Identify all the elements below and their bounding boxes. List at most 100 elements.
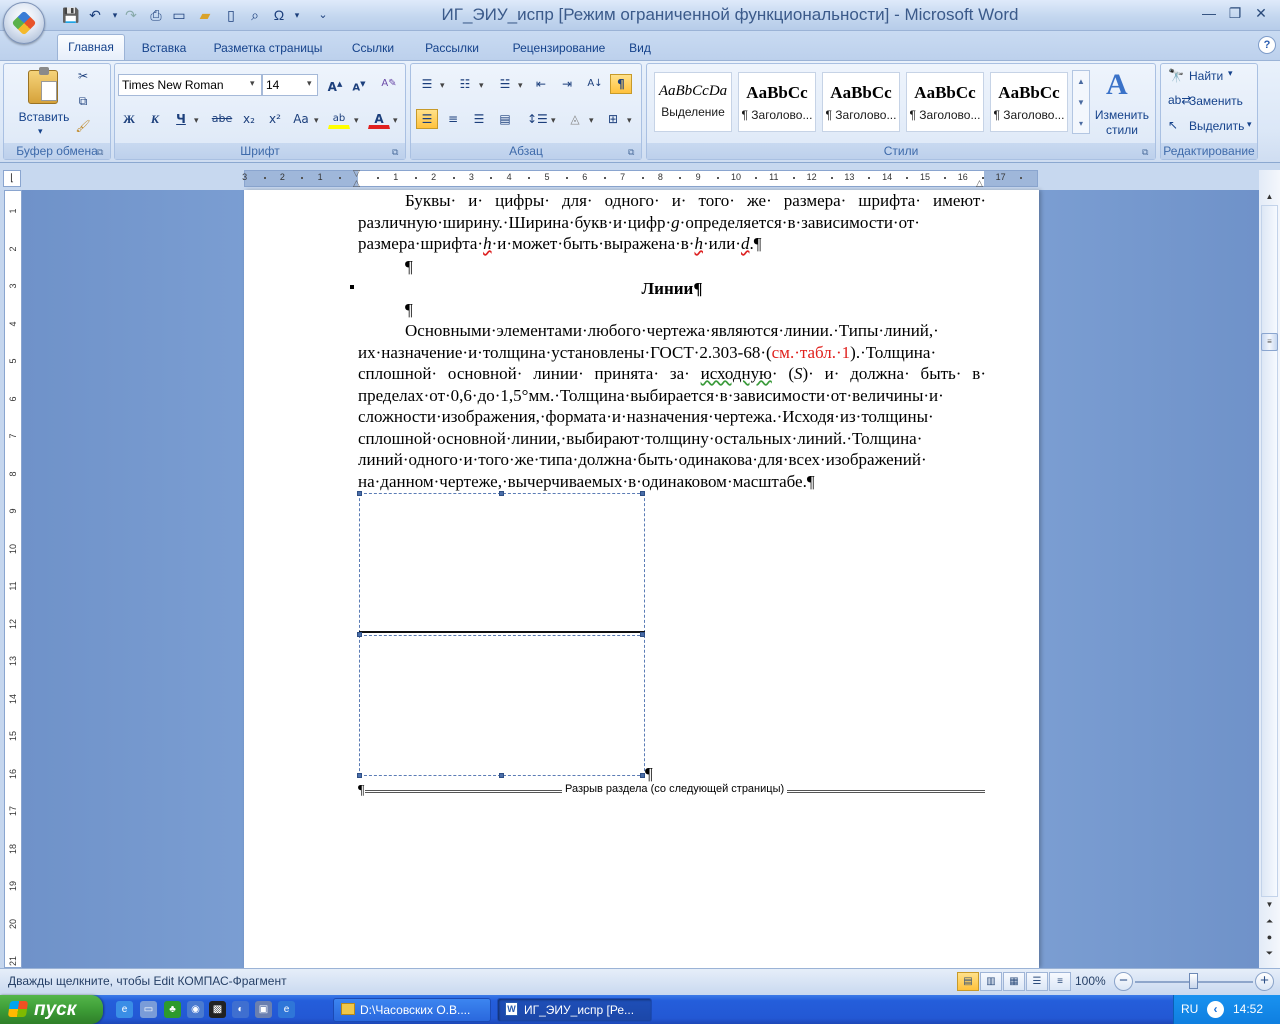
change-case-dropdown-icon[interactable]: ▾ <box>314 115 319 126</box>
clipboard-launcher-icon[interactable]: ⧉ <box>97 147 107 157</box>
scroll-down-icon[interactable]: ▼ <box>1261 898 1278 912</box>
highlight-icon[interactable]: ab <box>328 109 350 129</box>
numbering-icon[interactable]: ☷ <box>454 74 476 94</box>
tab-page-layout[interactable]: Разметка страницы <box>205 38 331 60</box>
select-dropdown-icon[interactable]: ▾ <box>1247 119 1252 130</box>
task-folder[interactable]: D:\Часовских О.В.... <box>333 998 491 1022</box>
print-icon[interactable]: ⎙ <box>147 6 165 24</box>
font-name-field[interactable]: Times New Roman <box>118 74 262 96</box>
format-painter-icon[interactable]: 🖌 <box>72 116 94 136</box>
right-indent-marker[interactable]: △ <box>976 178 983 189</box>
bullets-icon[interactable]: ☰ <box>416 74 438 94</box>
justify-icon[interactable]: ▤ <box>494 109 516 129</box>
align-center-icon[interactable]: ≡ <box>442 109 464 129</box>
help-icon[interactable]: ? <box>1258 36 1276 54</box>
styles-launcher-icon[interactable]: ⧉ <box>1142 147 1152 157</box>
paragraph-lines[interactable]: Основными·элементами·любого·чертежа·явля… <box>358 320 986 492</box>
tab-selector-icon[interactable]: ⌊ <box>3 170 21 187</box>
kompas-fragment-bottom[interactable] <box>359 635 645 776</box>
zoom-slider-knob[interactable] <box>1189 973 1198 989</box>
outline-view-icon[interactable]: ☰ <box>1026 972 1048 991</box>
style-heading-2[interactable]: AaBbCc ¶ Заголово... <box>822 72 900 132</box>
copy-icon[interactable]: ⧉ <box>72 91 94 111</box>
book-icon[interactable]: ▭ <box>170 6 188 24</box>
multilevel-dropdown-icon[interactable]: ▾ <box>518 80 523 91</box>
find-button[interactable]: Найти <box>1189 67 1223 85</box>
bold-button[interactable]: Ж <box>118 109 140 129</box>
tab-insert[interactable]: Вставка <box>134 38 194 60</box>
quicklaunch-desktop-icon[interactable]: ▭ <box>140 1001 157 1018</box>
line-spacing-dropdown-icon[interactable]: ▾ <box>551 115 556 126</box>
borders-icon[interactable]: ⊞ <box>602 109 624 129</box>
quicklaunch-game-icon[interactable]: ▩ <box>209 1001 226 1018</box>
change-case-button[interactable]: Aa <box>290 109 312 129</box>
underline-button[interactable]: Ч <box>170 109 192 129</box>
quicklaunch-tree-icon[interactable]: ♣ <box>164 1001 181 1018</box>
decrease-indent-icon[interactable]: ⇤ <box>530 74 552 94</box>
quicklaunch-media-icon[interactable]: ◉ <box>187 1001 204 1018</box>
select-button[interactable]: Выделить <box>1189 117 1244 135</box>
tab-mailings[interactable]: Рассылки <box>415 38 489 60</box>
font-name-dropdown-icon[interactable]: ▾ <box>250 78 255 89</box>
redo-icon[interactable]: ↷ <box>122 6 140 24</box>
new-icon[interactable]: ▯ <box>222 6 240 24</box>
tab-references[interactable]: Ссылки <box>342 38 404 60</box>
shading-icon[interactable]: ◬ <box>564 109 586 129</box>
draft-view-icon[interactable]: ≡ <box>1049 972 1071 991</box>
numbering-dropdown-icon[interactable]: ▾ <box>479 80 484 91</box>
superscript-button[interactable]: x² <box>264 109 286 129</box>
minimize-icon[interactable]: — <box>1196 3 1222 23</box>
subscript-button[interactable]: x₂ <box>238 109 260 129</box>
zoom-out-icon[interactable]: − <box>1114 972 1133 991</box>
font-color-icon[interactable]: A <box>368 109 390 129</box>
shrink-font-icon[interactable]: A▼ <box>348 74 370 94</box>
web-layout-icon[interactable]: ▦ <box>1003 972 1025 991</box>
prev-page-icon[interactable]: ⏶ <box>1261 916 1278 930</box>
heading-lines[interactable]: Линии¶ <box>358 278 986 300</box>
resize-handle[interactable] <box>499 491 504 496</box>
highlight-dropdown-icon[interactable]: ▾ <box>354 115 359 126</box>
quicklaunch-ie2-icon[interactable]: e <box>278 1001 295 1018</box>
multilevel-list-icon[interactable]: ☱ <box>494 74 516 94</box>
align-left-icon[interactable]: ☰ <box>416 109 438 129</box>
underline-dropdown-icon[interactable]: ▾ <box>194 115 199 126</box>
quicklaunch-app-icon[interactable]: ▣ <box>255 1001 272 1018</box>
office-button[interactable] <box>3 2 45 44</box>
change-styles-icon[interactable]: A <box>1106 68 1128 102</box>
left-indent-marker[interactable]: △ <box>353 178 360 189</box>
browse-object-icon[interactable]: ● <box>1261 932 1278 946</box>
omega-icon[interactable]: Ω <box>270 6 288 24</box>
paste-button[interactable]: Вставить <box>14 108 74 126</box>
language-indicator[interactable]: RU <box>1181 1002 1198 1016</box>
sort-icon[interactable]: A↓ <box>584 74 606 94</box>
open-icon[interactable]: ▰ <box>196 6 214 24</box>
scroll-thumb[interactable]: ≡ <box>1261 333 1278 351</box>
scroll-track[interactable] <box>1261 205 1278 897</box>
zoom-in-icon[interactable]: + <box>1255 972 1274 991</box>
paragraph-letters[interactable]: Буквы· и· цифры· для· одного· и· того· ж… <box>358 190 986 255</box>
resize-handle[interactable] <box>357 491 362 496</box>
full-screen-reading-icon[interactable]: ▥ <box>980 972 1002 991</box>
clear-formatting-icon[interactable]: A✎ <box>378 74 400 94</box>
resize-handle[interactable] <box>640 632 645 637</box>
tab-review[interactable]: Рецензирование <box>500 38 618 60</box>
style-heading-4[interactable]: AaBbCc ¶ Заголово... <box>990 72 1068 132</box>
font-size-dropdown-icon[interactable]: ▾ <box>307 78 312 89</box>
quicklaunch-compass-icon[interactable]: ◐ <box>232 1001 249 1018</box>
restore-icon[interactable]: ❐ <box>1222 3 1248 23</box>
style-emphasis[interactable]: AaBbCcDa Выделение <box>654 72 732 132</box>
paragraph-launcher-icon[interactable]: ⧉ <box>628 147 638 157</box>
tray-back-icon[interactable]: ‹ <box>1207 1001 1224 1018</box>
tab-view[interactable]: Вид <box>622 38 658 60</box>
undo-icon[interactable]: ↶ <box>86 6 104 24</box>
resize-handle[interactable] <box>499 773 504 778</box>
increase-indent-icon[interactable]: ⇥ <box>556 74 578 94</box>
style-heading-3[interactable]: AaBbCc ¶ Заголово... <box>906 72 984 132</box>
task-word[interactable]: ИГ_ЭИУ_испр [Ре... <box>497 998 652 1022</box>
print-layout-icon[interactable]: ▤ <box>957 972 979 991</box>
kompas-fragment-top[interactable] <box>359 493 645 633</box>
paste-icon[interactable] <box>28 67 58 104</box>
bullets-dropdown-icon[interactable]: ▾ <box>440 80 445 91</box>
style-heading-1[interactable]: AaBbCc ¶ Заголово... <box>738 72 816 132</box>
font-color-dropdown-icon[interactable]: ▾ <box>393 115 398 126</box>
